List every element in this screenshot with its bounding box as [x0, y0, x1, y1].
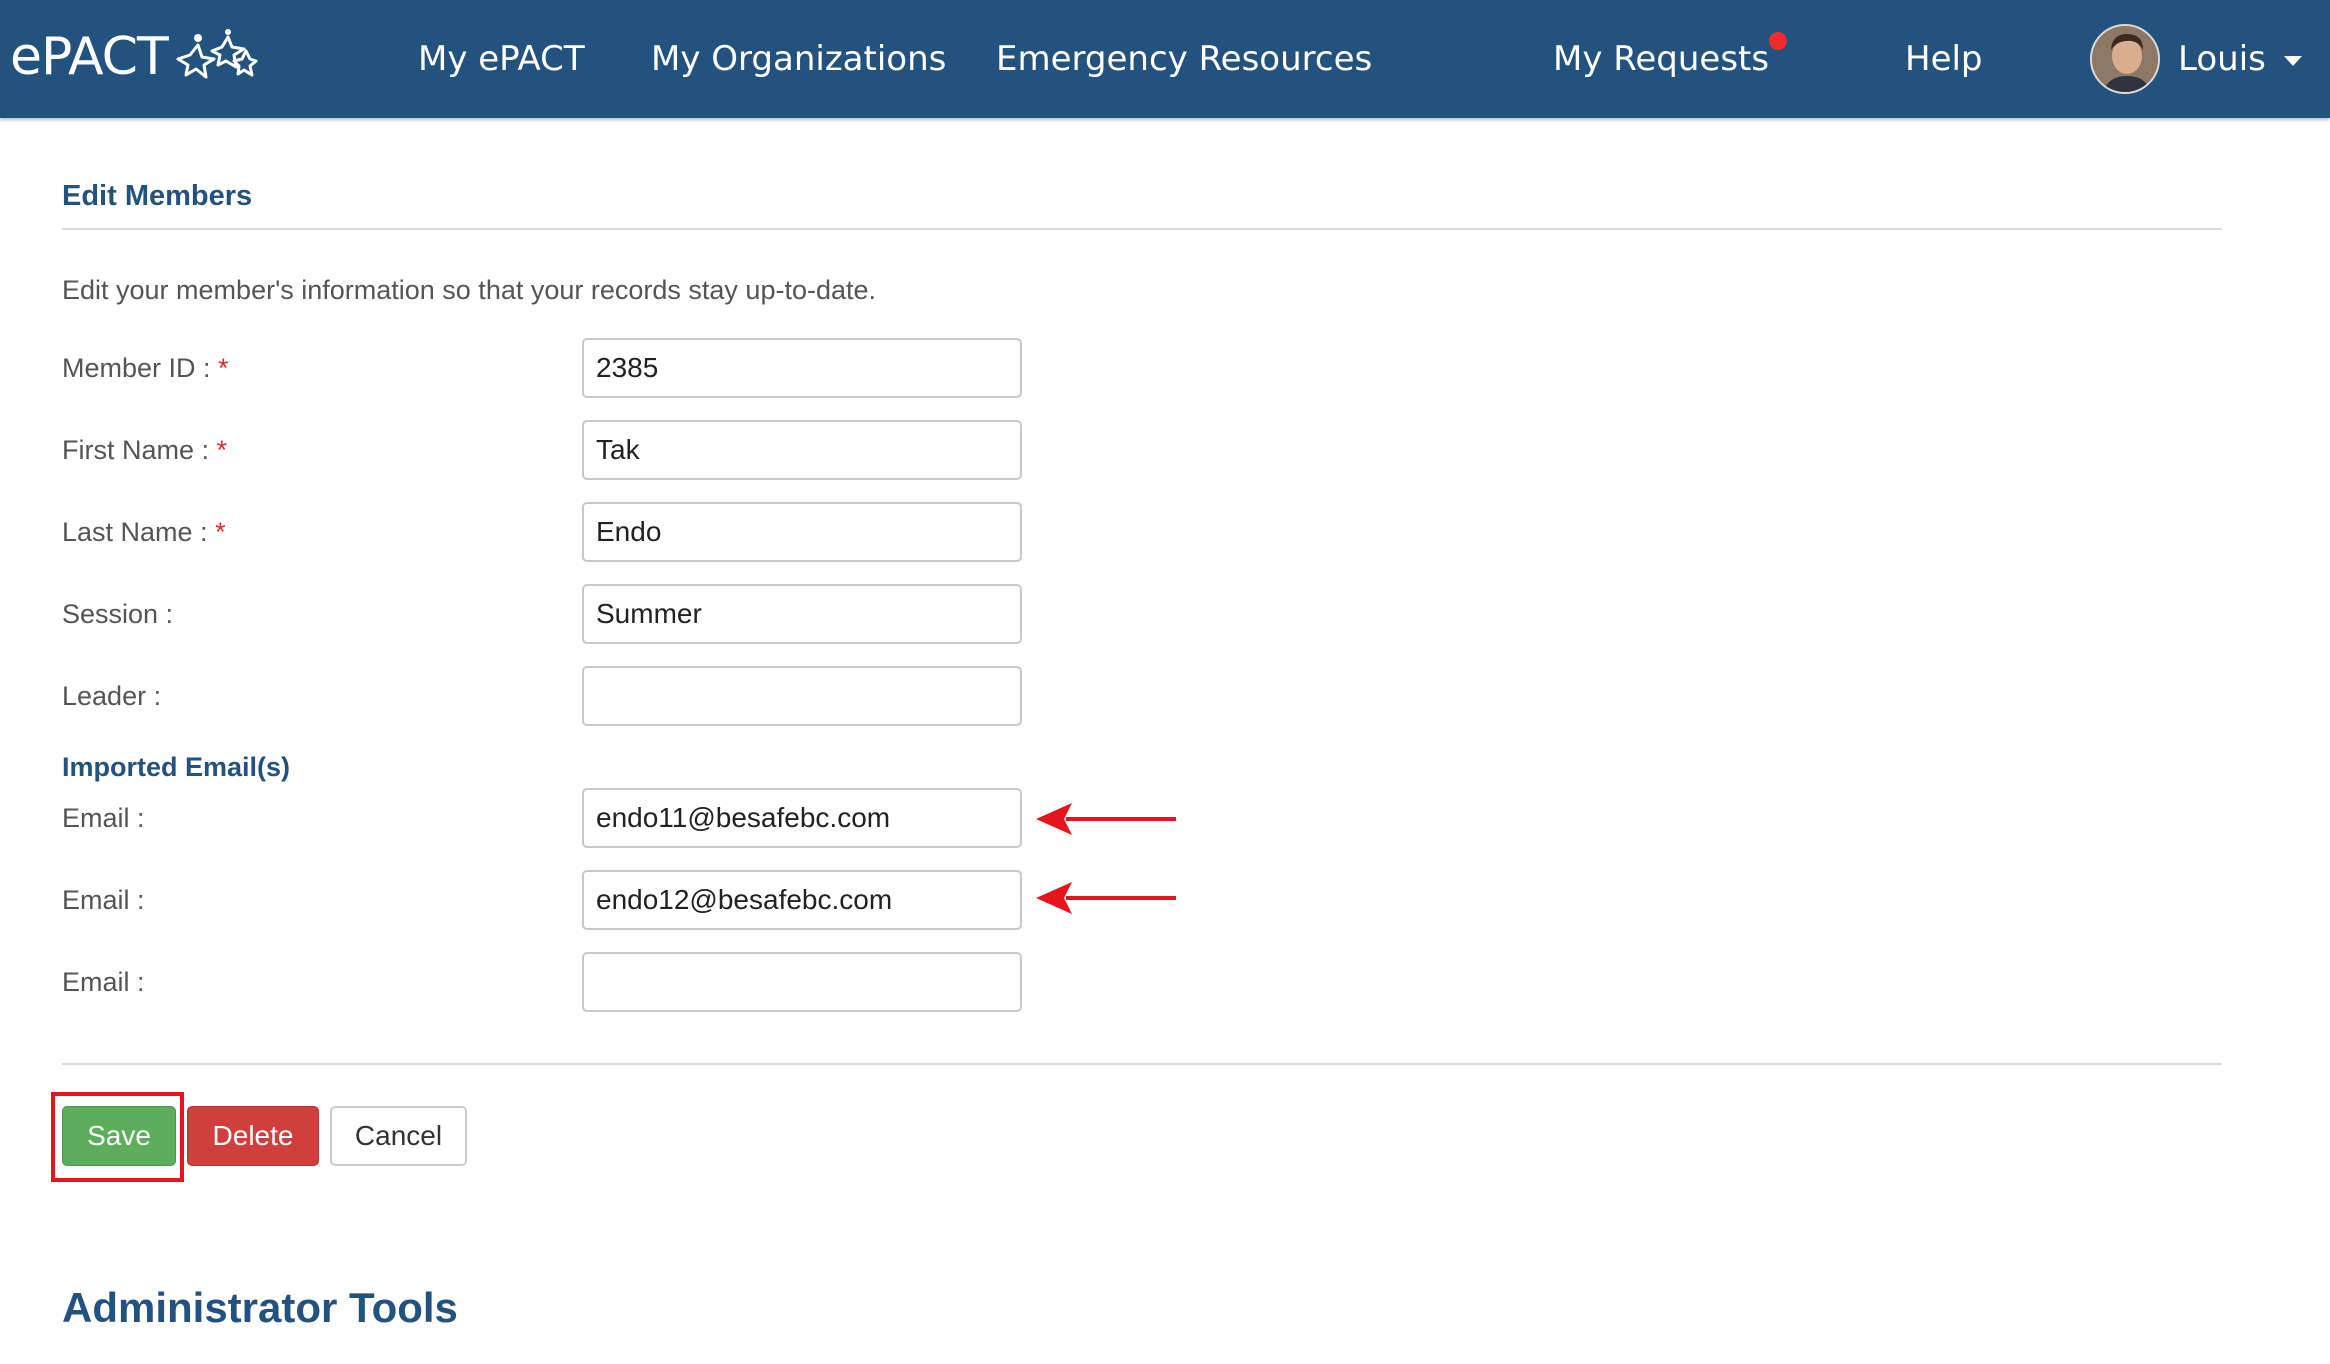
email-2-label: Email :	[62, 885, 145, 915]
first-name-label: First Name : *	[62, 435, 228, 465]
nav-my-requests[interactable]: My Requests	[1553, 32, 1788, 84]
annotation-arrow-left-icon	[1036, 882, 1176, 914]
session-label: Session :	[62, 599, 174, 629]
nav-help[interactable]: Help	[1905, 34, 1983, 84]
epact-logo[interactable]: ePACT	[10, 22, 258, 92]
page-title: Edit Members	[62, 180, 253, 212]
email-3-label: Email :	[62, 967, 145, 997]
people-stars-icon	[176, 29, 258, 79]
imported-emails-heading: Imported Email(s)	[62, 752, 291, 782]
nav-my-epact[interactable]: My ePACT	[418, 34, 585, 84]
email-1-label: Email :	[62, 803, 145, 833]
administrator-tools-heading: Administrator Tools	[62, 1284, 458, 1331]
title-divider	[62, 228, 2222, 230]
nav-my-organizations[interactable]: My Organizations	[651, 34, 946, 84]
member-id-label: Member ID : *	[62, 353, 229, 383]
user-photo-icon	[2092, 26, 2158, 92]
leader-input[interactable]	[582, 666, 1022, 726]
nav-my-requests-label: My Requests	[1553, 39, 1770, 79]
user-avatar[interactable]	[2090, 24, 2160, 94]
annotation-arrow-left-icon	[1036, 803, 1176, 835]
intro-text: Edit your member's information so that y…	[62, 275, 877, 305]
save-button[interactable]: Save	[62, 1106, 176, 1166]
email-1-input[interactable]	[582, 788, 1022, 848]
user-name[interactable]: Louis	[2178, 34, 2266, 84]
last-name-label: Last Name : *	[62, 517, 226, 547]
delete-button[interactable]: Delete	[187, 1106, 319, 1166]
top-navbar: ePACT My ePACT My Organizations Emergenc…	[0, 0, 2330, 118]
last-name-input[interactable]	[582, 502, 1022, 562]
leader-label: Leader :	[62, 681, 162, 711]
chevron-down-icon[interactable]	[2284, 56, 2302, 66]
member-id-input[interactable]	[582, 338, 1022, 398]
email-2-input[interactable]	[582, 870, 1022, 930]
email-3-input[interactable]	[582, 952, 1022, 1012]
first-name-input[interactable]	[582, 420, 1022, 480]
cancel-button[interactable]: Cancel	[330, 1106, 467, 1166]
session-input[interactable]	[582, 584, 1022, 644]
actions-divider	[62, 1063, 2222, 1065]
notification-dot	[1769, 32, 1788, 50]
nav-emergency-resources[interactable]: Emergency Resources	[996, 34, 1372, 84]
brand-name: ePACT	[10, 27, 169, 87]
